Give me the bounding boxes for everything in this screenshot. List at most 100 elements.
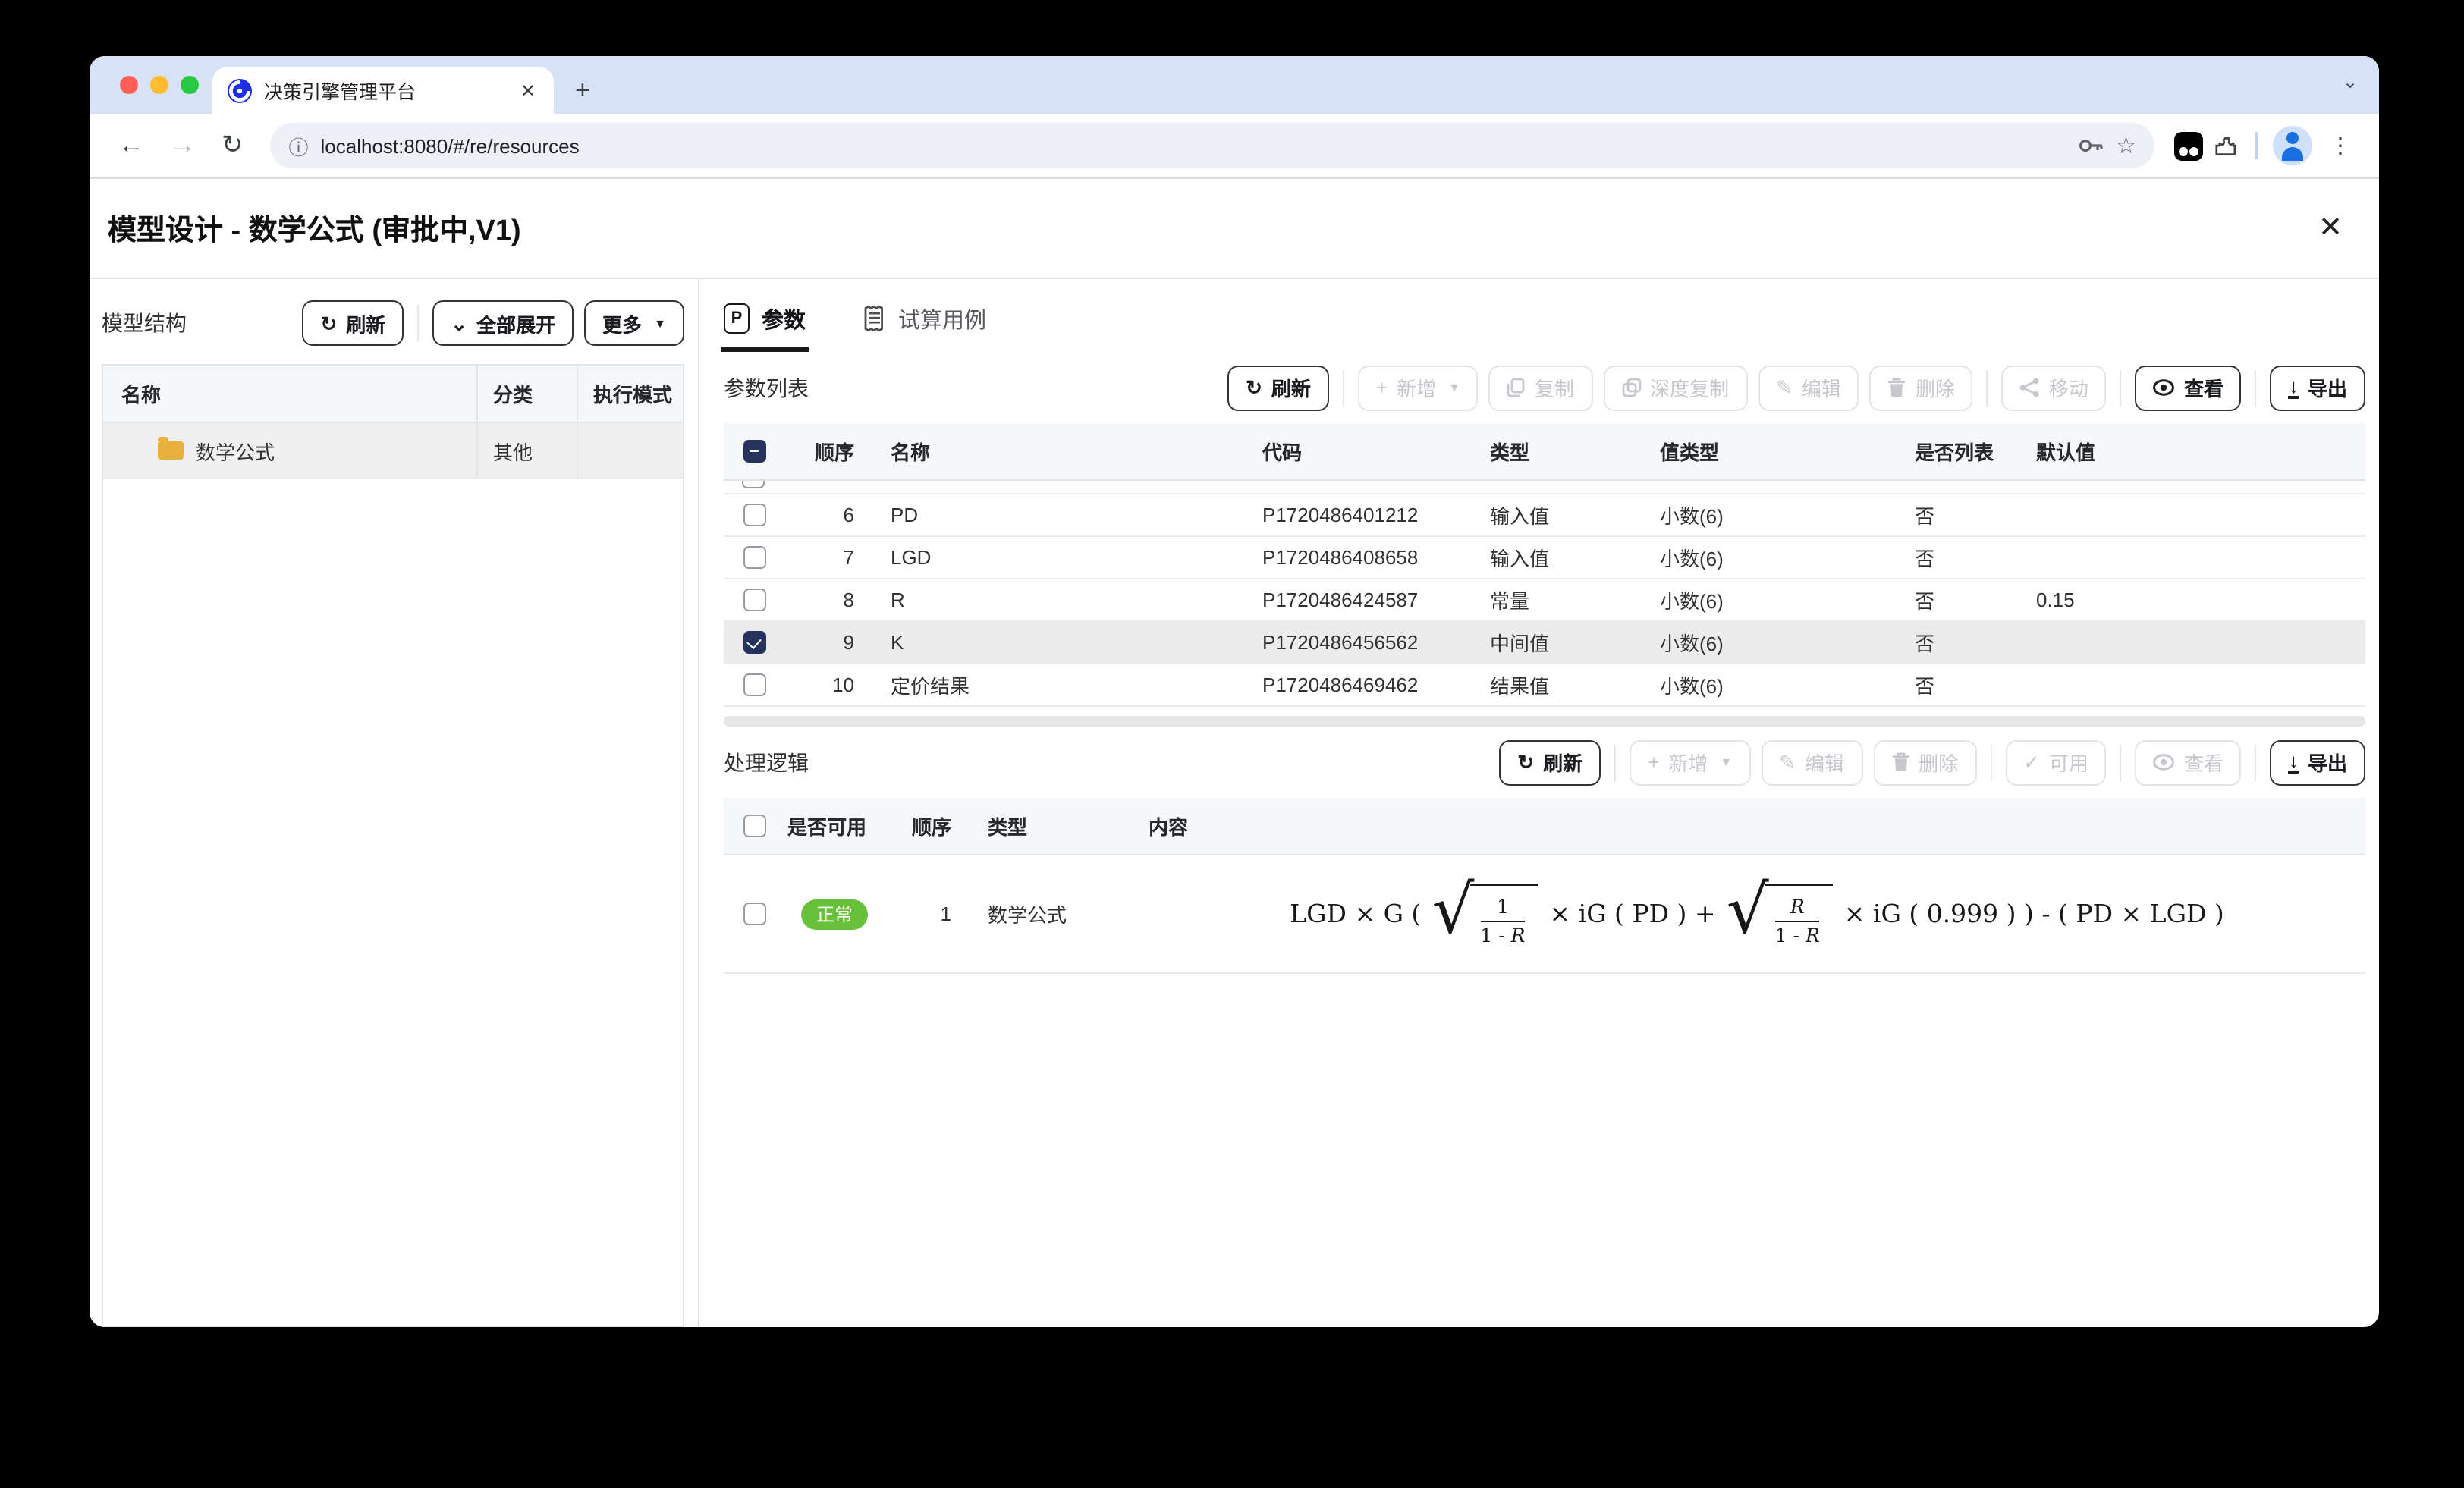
extensions-puzzle-icon[interactable]	[2214, 133, 2239, 159]
tree-row-math-formula[interactable]: 数学公式 其他	[103, 423, 683, 479]
logic-view-button[interactable]: 查看	[2136, 739, 2242, 785]
horizontal-scrollbar[interactable]	[724, 716, 2365, 727]
caret-down-icon: ▼	[1720, 755, 1732, 769]
tree-node-label[interactable]: 数学公式	[196, 436, 275, 465]
header-order: 顺序	[784, 437, 872, 466]
math-formula: LGD × G ( √ 1 1 - R × iG ( PD ) +	[1290, 881, 2224, 947]
pencil-icon: ✎	[1779, 752, 1796, 772]
detail-tabs: P 参数 试算用例	[724, 285, 2365, 352]
tab-close-icon[interactable]: ✕	[517, 80, 539, 101]
eye-icon	[2154, 754, 2175, 771]
radical-sign: √	[1727, 881, 1769, 942]
logic-header: 处理逻辑 ↻刷新 +新增▼ ✎编辑	[724, 727, 2365, 798]
param-row-lgd[interactable]: 7 LGD P1720486408658 输入值 小数(6) 否	[724, 537, 2365, 579]
header-is-list: 是否列表	[1912, 437, 2033, 466]
dialog-titlebar: 模型设计 - 数学公式 (审批中,V1) ✕	[90, 179, 2379, 279]
logic-row-formula[interactable]: 正常 1 数学公式 LGD × G ( √ 1 1 - R	[724, 855, 2365, 974]
check-icon: ✓	[2023, 752, 2040, 772]
param-move-button[interactable]: 移动	[2002, 365, 2107, 410]
param-deep-copy-button[interactable]: 深度复制	[1603, 365, 1747, 410]
browser-menu-icon[interactable]: ⋮	[2323, 132, 2358, 159]
header-content: 内容	[1149, 811, 2365, 840]
row-checkbox[interactable]	[743, 903, 765, 925]
reload-button[interactable]: ↻	[214, 130, 251, 161]
toolbar-divider	[2255, 132, 2258, 159]
header-default: 默认值	[2033, 437, 2365, 466]
expand-all-button[interactable]: ⌄ 全部展开	[432, 300, 574, 346]
param-add-button[interactable]: +新增▼	[1358, 365, 1479, 410]
minimize-window-button[interactable]	[150, 76, 168, 94]
row-checkbox[interactable]	[743, 504, 765, 526]
new-tab-button[interactable]: +	[575, 76, 590, 106]
page-title: 模型设计 - 数学公式 (审批中,V1)	[108, 208, 521, 249]
favicon	[228, 78, 252, 102]
tree-empty-area	[103, 479, 683, 1326]
row-checkbox[interactable]	[743, 589, 765, 611]
logic-select-all-checkbox[interactable]	[743, 815, 765, 837]
row-checkbox-checked[interactable]	[743, 631, 765, 654]
profile-avatar[interactable]	[2273, 126, 2312, 165]
logic-table: 是否可用 顺序 类型 内容 正常 1 数学公式 LGD × G (	[724, 798, 2365, 974]
tab-title: 决策引擎管理平台	[264, 76, 505, 105]
receipt-icon	[863, 305, 886, 332]
param-edit-button[interactable]: ✎编辑	[1758, 365, 1859, 410]
site-info-icon[interactable]: ⓘ	[289, 131, 309, 160]
header-type: 类型	[1487, 437, 1657, 466]
copy-icon	[1507, 378, 1526, 397]
logic-add-button[interactable]: +新增▼	[1630, 739, 1750, 785]
back-button[interactable]: ←	[111, 130, 152, 161]
row-checkbox[interactable]	[743, 673, 765, 696]
radical-sign: √	[1432, 881, 1474, 942]
header-value-type: 值类型	[1657, 437, 1912, 466]
logic-export-button[interactable]: ↓ 导出	[2271, 739, 2365, 785]
extension-app-icon[interactable]	[2174, 131, 2203, 160]
param-refresh-button[interactable]: ↻刷新	[1227, 365, 1329, 410]
logic-delete-button[interactable]: 删除	[1873, 739, 1976, 785]
button-group-divider	[2120, 744, 2122, 780]
tab-params[interactable]: P 参数	[724, 285, 806, 352]
param-row-pricing-result[interactable]: 10 定价结果 P1720486469462 结果值 小数(6) 否	[724, 664, 2365, 707]
chevron-down-icon: ⌄	[451, 313, 467, 333]
close-window-button[interactable]	[120, 76, 138, 94]
detail-panel: P 参数 试算用例 参数列表 ↻刷新	[699, 279, 2379, 1327]
main-content: 模型结构 ↻ 刷新 ⌄ 全部展开 更多 ▼	[90, 279, 2379, 1327]
more-button[interactable]: 更多 ▼	[584, 300, 684, 346]
param-row-r[interactable]: 8 R P1720486424587 常量 小数(6) 否 0.15	[724, 579, 2365, 622]
tab-trial-cases[interactable]: 试算用例	[863, 285, 986, 352]
tree-refresh-button[interactable]: ↻ 刷新	[302, 300, 404, 346]
trash-icon	[1891, 752, 1909, 772]
tab-search-chevron-icon[interactable]: ⌄	[2343, 71, 2358, 93]
row-checkbox[interactable]	[742, 481, 765, 488]
logic-refresh-button[interactable]: ↻刷新	[1499, 739, 1601, 785]
param-list-header: 参数列表 ↻刷新 +新增▼ 复制	[724, 352, 2365, 423]
browser-toolbar: ← → ↻ ⓘ localhost:8080/#/re/resources ☆ …	[90, 114, 2379, 179]
bookmark-star-icon[interactable]: ☆	[2116, 132, 2136, 159]
browser-tabstrip: 决策引擎管理平台 ✕ + ⌄	[90, 56, 2379, 114]
browser-tab[interactable]: 决策引擎管理平台 ✕	[212, 67, 554, 114]
select-all-checkbox[interactable]	[743, 440, 765, 463]
password-key-icon[interactable]	[2078, 137, 2104, 155]
button-group-divider	[2255, 369, 2257, 406]
address-bar[interactable]: ⓘ localhost:8080/#/re/resources ☆	[271, 123, 2155, 168]
param-copy-button[interactable]: 复制	[1489, 365, 1592, 410]
screenshot-stage: 决策引擎管理平台 ✕ + ⌄ ← → ↻ ⓘ localhost:8080/#/…	[0, 0, 2464, 1488]
param-export-button[interactable]: ↓ 导出	[2271, 365, 2365, 410]
url-text[interactable]: localhost:8080/#/re/resources	[321, 134, 2066, 157]
row-checkbox[interactable]	[743, 546, 765, 569]
model-structure-panel: 模型结构 ↻ 刷新 ⌄ 全部展开 更多 ▼	[90, 279, 699, 1327]
param-row-pd[interactable]: 6 PD P1720486401212 输入值 小数(6) 否	[724, 494, 2365, 537]
param-row-k[interactable]: 9 K P1720486456562 中间值 小数(6) 否	[724, 622, 2365, 664]
param-delete-button[interactable]: 删除	[1870, 365, 1973, 410]
scrolled-partial-row	[724, 481, 2365, 494]
logic-enable-button[interactable]: ✓可用	[2005, 739, 2107, 785]
param-list-title: 参数列表	[724, 372, 809, 403]
fullscreen-window-button[interactable]	[181, 76, 199, 94]
header-code: 代码	[1259, 437, 1487, 466]
download-icon: ↓	[2289, 752, 2299, 773]
forward-button[interactable]: →	[162, 130, 203, 161]
tree-header-name: 名称	[103, 379, 476, 408]
param-view-button[interactable]: 查看	[2136, 365, 2242, 410]
window-controls	[120, 76, 199, 94]
dialog-close-icon[interactable]: ✕	[2318, 211, 2343, 246]
logic-edit-button[interactable]: ✎编辑	[1761, 739, 1862, 785]
